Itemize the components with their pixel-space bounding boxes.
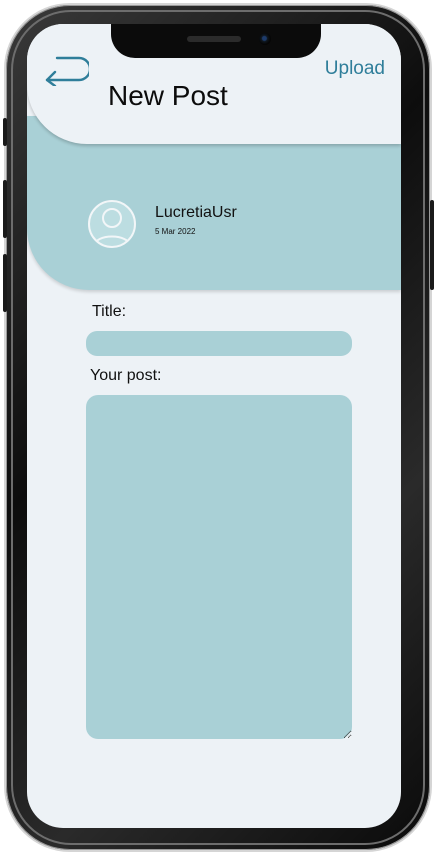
post-date: 5 Mar 2022 xyxy=(155,227,196,236)
volume-down-button xyxy=(3,254,7,312)
post-label: Your post: xyxy=(90,367,162,384)
author-username: LucretiaUsr xyxy=(155,204,237,221)
front-camera-icon xyxy=(259,33,271,45)
silent-switch xyxy=(3,118,7,146)
user-avatar-icon xyxy=(88,200,136,248)
phone-notch xyxy=(111,24,321,58)
volume-up-button xyxy=(3,180,7,238)
post-textarea[interactable] xyxy=(86,395,352,739)
page-title: New Post xyxy=(108,80,228,111)
title-label: Title: xyxy=(92,303,127,320)
back-arrow-icon[interactable] xyxy=(41,54,89,86)
title-input[interactable] xyxy=(86,331,352,356)
speaker-grille xyxy=(187,36,241,42)
app-screen: Upload New Post LucretiaUsr 5 Mar 2022 T… xyxy=(27,24,401,828)
upload-button[interactable]: Upload xyxy=(325,58,385,80)
power-button xyxy=(430,200,434,290)
